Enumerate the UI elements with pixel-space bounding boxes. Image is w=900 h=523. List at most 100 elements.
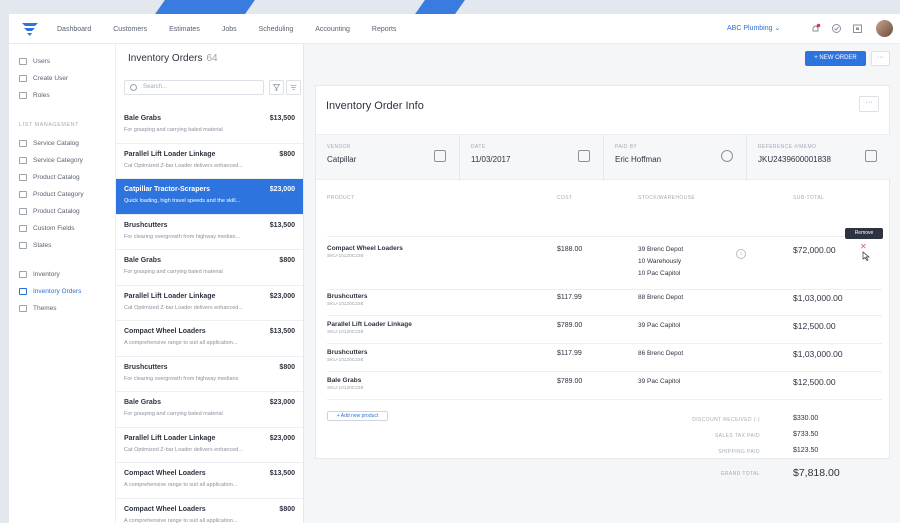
list-item[interactable]: Compact Wheel Loaders $13,500 A comprehens… — [116, 321, 303, 357]
sidebar-item-themes[interactable]: Themes — [19, 302, 56, 314]
sidebar-item-custom-fields[interactable]: Custom Fields — [19, 222, 75, 234]
list-item[interactable]: Parallel Lift Loader Linkage $800 Cat Opti… — [116, 143, 303, 179]
list-item[interactable]: Bale Grabs $800 For grasping and carrying … — [116, 250, 303, 286]
date-label: DATE — [471, 144, 486, 150]
company-switcher[interactable]: ABC Plumbing ⌄ — [727, 24, 780, 32]
stock-entry: 10 Pac Capitol — [638, 270, 681, 277]
product-name: Bale Grabs — [327, 377, 362, 384]
sidebar-item-users[interactable]: Users — [19, 55, 50, 67]
filter-button[interactable] — [269, 80, 284, 95]
list-item[interactable]: Compact Wheel Loaders $800 A comprehensive… — [116, 498, 303, 523]
sidebar-item-label: Product Catalog — [33, 207, 80, 215]
nav-link-dashboard[interactable]: Dashboard — [57, 26, 91, 33]
item-description: Cat Optimized Z-bar Loader delivers enha… — [124, 304, 243, 311]
stock-entry: 39 Pac Capitol — [638, 322, 681, 329]
stock-entry: 39 Pac Capitol — [638, 378, 681, 385]
sidebar-item-label: Inventory — [33, 270, 60, 278]
grand-total-label: GRAND TOTAL — [720, 471, 760, 477]
list-count: 64 — [206, 53, 218, 64]
grand-total-value: $7,818.00 — [793, 467, 840, 479]
notification-icon[interactable] — [810, 23, 821, 34]
reference-value: JKU2439600001838 — [758, 155, 831, 164]
product-cost: $188.00 — [557, 246, 583, 253]
list-icon — [19, 173, 27, 181]
list-item[interactable]: Brushcutters $800 For clearing overgrowth … — [116, 356, 303, 392]
add-user-icon — [19, 74, 27, 82]
card-title: Inventory Order Info — [326, 100, 424, 112]
product-subtotal: $1,03,000.00 — [793, 349, 843, 359]
user-icon — [721, 150, 733, 162]
sidebar-item-inventory-orders[interactable]: Inventory Orders — [19, 285, 81, 297]
product-sku: SKU-10120C238 — [327, 386, 364, 391]
item-price: $800 — [279, 363, 295, 371]
sidebar-item-product-catalog-2[interactable]: Product Catalog — [19, 205, 80, 217]
list-item[interactable]: Parallel Lift Loader Linkage $23,000 Cat O… — [116, 427, 303, 463]
list-item[interactable]: Parallel Lift Loader Linkage $23,000 Cat O… — [116, 285, 303, 321]
item-price: $800 — [279, 150, 295, 158]
sidebar: Users Create User Roles LIST MANAGEMENT … — [9, 44, 116, 523]
row-divider — [327, 399, 882, 400]
nav-link-reports[interactable]: Reports — [372, 26, 397, 33]
nav-link-accounting[interactable]: Accounting — [315, 26, 350, 33]
sidebar-item-inventory[interactable]: Inventory — [19, 268, 60, 280]
nav-link-estimates[interactable]: Estimates — [169, 26, 200, 33]
list-icon — [19, 241, 27, 249]
list-item[interactable]: Compact Wheel Loaders $13,500 A comprehens… — [116, 463, 303, 499]
decorative-stripe — [415, 0, 465, 14]
discount-value: $330.00 — [793, 415, 819, 422]
sidebar-item-product-category[interactable]: Product Category — [19, 188, 84, 200]
column-header-subtotal: SUB-TOTAL — [793, 195, 825, 201]
sidebar-item-service-category[interactable]: Service Category — [19, 154, 83, 166]
calendar-icon[interactable] — [852, 23, 863, 34]
info-icon[interactable]: i — [736, 249, 746, 259]
more-options-button[interactable]: ··· — [871, 51, 890, 66]
logo-icon[interactable] — [21, 21, 39, 37]
list-icon — [19, 207, 27, 215]
row-divider — [327, 371, 882, 372]
nav-link-scheduling[interactable]: Scheduling — [259, 26, 294, 33]
product-sku: SKU-10120C238 — [327, 330, 364, 335]
paid-by-label: PAID BY — [615, 144, 638, 150]
add-product-button[interactable]: + Add new product — [327, 411, 388, 421]
sidebar-item-roles[interactable]: Roles — [19, 89, 50, 101]
check-icon[interactable] — [831, 23, 842, 34]
remove-icon[interactable]: ✕ — [860, 242, 867, 251]
nav-link-customers[interactable]: Customers — [113, 26, 147, 33]
list-item[interactable]: Brushcutters $13,500 For clearing overgrow… — [116, 214, 303, 250]
paid-by-value: Eric Hoffman — [615, 155, 662, 164]
sales-tax-value: $733.50 — [793, 431, 819, 438]
avatar[interactable] — [876, 20, 893, 37]
item-price: $23,000 — [269, 434, 295, 442]
paid-by-cell: PAID BY Eric Hoffman — [604, 135, 747, 181]
card-more-button[interactable]: ··· — [859, 96, 879, 112]
sidebar-item-service-catalog[interactable]: Service Catalog — [19, 137, 79, 149]
product-subtotal: $1,03,000.00 — [793, 293, 843, 303]
vendor-value: Catpillar — [327, 155, 357, 164]
item-name: Parallel Lift Loader Linkage — [124, 150, 216, 158]
shipping-value: $123.50 — [793, 447, 819, 454]
list-item[interactable]: Catpillar Tractor-Scrapers $23,000 Quick l… — [116, 179, 303, 215]
item-description: For grasping and carrying baled material — [124, 411, 223, 417]
sidebar-item-label: Service Category — [33, 156, 83, 164]
reference-label: REFERENCE #/MEMO — [758, 144, 817, 150]
item-price: $23,000 — [269, 292, 295, 300]
stock-entry: 88 Brenc Depot — [638, 294, 684, 301]
item-price: $13,500 — [269, 470, 295, 477]
list-icon — [19, 156, 27, 164]
sort-button[interactable] — [286, 80, 301, 95]
sidebar-item-create-user[interactable]: Create User — [19, 72, 68, 84]
list-item[interactable]: Bale Grabs $23,000 For grasping and carryi… — [116, 392, 303, 428]
app-window: Dashboard Customers Estimates Jobs Sched… — [9, 14, 900, 523]
product-sku: SKU-10120C238 — [327, 302, 364, 307]
sales-tax-label: SALES TAX PAID — [714, 433, 760, 439]
search-input[interactable]: Search... — [124, 80, 264, 95]
item-description: Cat Optimized Z-bar Loader delivers enha… — [124, 446, 243, 453]
sidebar-section-header: LIST MANAGEMENT — [19, 122, 79, 128]
new-order-button[interactable]: + NEW ORDER — [805, 51, 866, 66]
sidebar-item-product-catalog[interactable]: Product Catalog — [19, 171, 80, 183]
list-item[interactable]: Bale Grabs $13,500 For grasping and carryi… — [116, 108, 303, 144]
product-cost: $789.00 — [557, 322, 583, 329]
sidebar-item-states[interactable]: States — [19, 239, 51, 251]
product-cost: $789.00 — [557, 378, 583, 385]
nav-link-jobs[interactable]: Jobs — [222, 26, 237, 33]
